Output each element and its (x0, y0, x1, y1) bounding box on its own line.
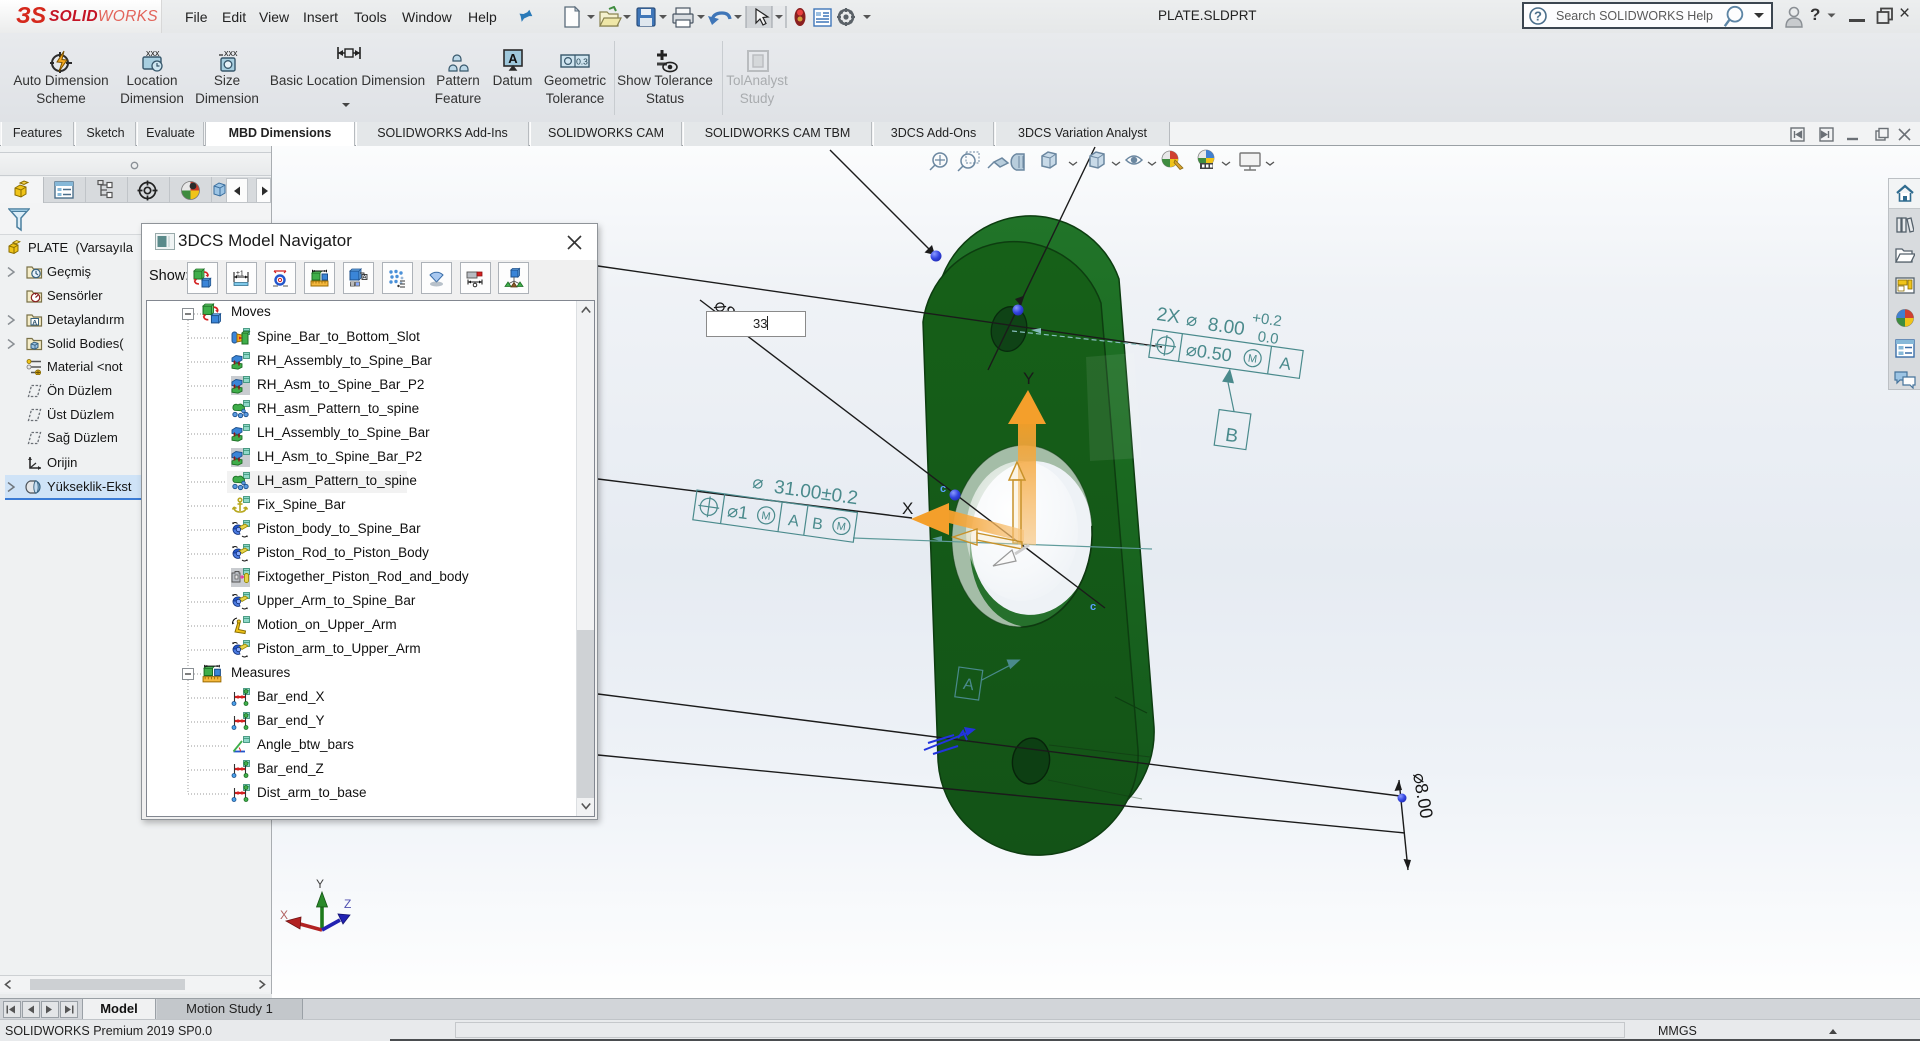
svg-text:X: X (280, 908, 288, 922)
svg-text:xxx: xxx (224, 48, 238, 58)
svg-text:2X: 2X (1155, 304, 1181, 328)
svg-text:⌀8.00: ⌀8.00 (1409, 771, 1437, 820)
svg-text:A: A (508, 51, 518, 66)
svg-text:⌀1: ⌀1 (726, 501, 749, 524)
svg-text:31.00±0.2: 31.00±0.2 (773, 477, 859, 510)
svg-text:B: B (811, 515, 824, 533)
svg-text:M: M (1247, 353, 1258, 366)
svg-text:X: X (902, 499, 913, 518)
svg-text:M: M (836, 520, 847, 533)
svg-text:⌀: ⌀ (751, 472, 765, 493)
svg-text:A: A (787, 512, 800, 530)
svg-text:c: c (940, 483, 946, 495)
svg-text:8.00: 8.00 (1206, 314, 1246, 340)
svg-text:Y: Y (316, 877, 324, 891)
svg-text:B: B (1224, 425, 1239, 448)
svg-text:?: ? (1534, 9, 1542, 24)
svg-text:⌀0.50: ⌀0.50 (1185, 339, 1233, 365)
svg-text:M: M (761, 510, 772, 523)
svg-text:Z: Z (344, 897, 351, 911)
svg-text:A: A (32, 319, 37, 326)
svg-text:0.3: 0.3 (576, 57, 588, 67)
svg-text:Y: Y (1023, 369, 1034, 388)
svg-text:⌀: ⌀ (1185, 309, 1199, 330)
svg-text:c: c (1090, 601, 1096, 613)
svg-text:+0.2: +0.2 (1251, 309, 1283, 330)
svg-text:A: A (1278, 354, 1293, 374)
